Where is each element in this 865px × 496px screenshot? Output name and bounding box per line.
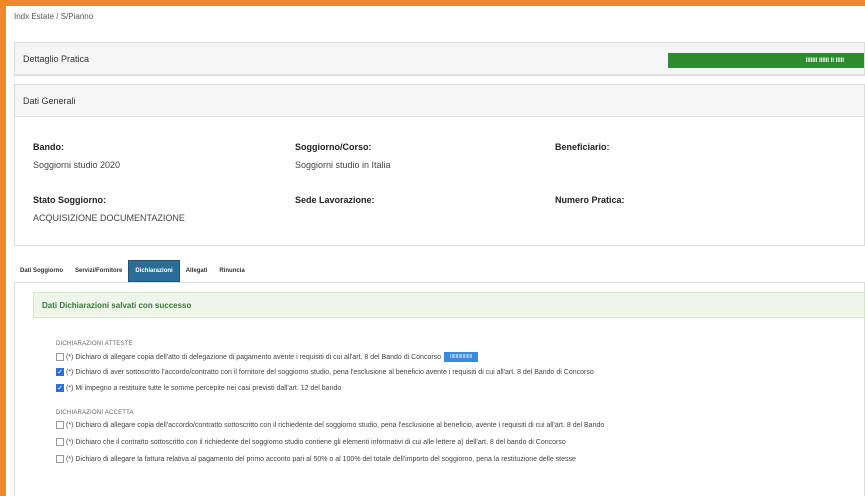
tab-servizi-fornitore[interactable]: Servizi/Fornitore: [69, 260, 128, 282]
general-data-panel: Dati Generali Bando: Soggiorni studio 20…: [14, 84, 865, 246]
declaration-checkbox[interactable]: [56, 455, 64, 463]
tab-rinuncia[interactable]: Rinuncia: [213, 260, 250, 282]
sede-label: Sede Lavorazione:: [295, 195, 375, 205]
detail-action-button[interactable]: IIIIIII IIIIII II IIIII: [668, 53, 864, 68]
beneficiario-field: Beneficiario:: [555, 142, 610, 152]
stato-label: Stato Soggiorno:: [33, 195, 106, 205]
declaration-text: (*) Dichiaro di allegare copia dell'atto…: [66, 353, 442, 361]
sede-field: Sede Lavorazione:: [295, 195, 375, 205]
bando-value: Soggiorni studio 2020: [33, 160, 121, 170]
declaration-text: (*) Mi impegno a restituire tutte le som…: [66, 384, 342, 392]
soggiorno-field: Soggiorno/Corso: Soggiorni studio in Ita…: [295, 142, 391, 170]
declaration-row: (*) Dichiaro di allegare la fattura rela…: [56, 455, 576, 463]
declaration-text: (*) Dichiaro di allegare la fattura rela…: [66, 455, 576, 463]
tab-bar: Dati Soggiorno Servizi/Fornitore Dichiar…: [14, 256, 251, 282]
declaration-text: (*) Dichiaro di allegare copia dell'acco…: [66, 421, 605, 429]
general-data-title: Dati Generali: [23, 95, 76, 106]
tab-allegati[interactable]: Allegati: [180, 260, 214, 282]
declaration-row: (*) Dichiaro di allegare copia dell'atto…: [56, 352, 479, 362]
beneficiario-label: Beneficiario:: [555, 142, 610, 152]
success-alert: Dati Dichiarazioni salvati con successo: [33, 292, 865, 318]
soggiorno-label: Soggiorno/Corso:: [295, 142, 372, 152]
declaration-row: (*) Dichiaro di allegare copia dell'acco…: [56, 421, 604, 429]
declaration-row: (*) Dichiaro che il contratto sottoscrit…: [56, 438, 566, 446]
page-frame: Indx Estate / S/Pianno Dettaglio Pratica…: [6, 6, 865, 496]
stato-value: ACQUISIZIONE DOCUMENTAZIONE: [33, 213, 185, 223]
numero-label: Numero Pratica:: [555, 195, 625, 205]
declaration-text: (*) Dichiaro di aver sottoscritto l'acco…: [66, 368, 594, 376]
section-atteste-title: DICHIARAZIONI ATTESTE: [56, 341, 133, 347]
detail-panel-title: Dettaglio Pratica: [23, 53, 90, 64]
declaration-checkbox[interactable]: [56, 421, 64, 429]
general-data-header: Dati Generali: [15, 85, 864, 117]
detail-panel: Dettaglio Pratica IIIIIII IIIIII II IIII…: [14, 42, 865, 76]
breadcrumb: Indx Estate / S/Pianno: [14, 12, 94, 21]
stato-field: Stato Soggiorno: ACQUISIZIONE DOCUMENTAZ…: [33, 195, 185, 223]
declaration-text: (*) Dichiaro che il contratto sottoscrit…: [66, 438, 566, 446]
tab-dichiarazioni[interactable]: Dichiarazioni: [128, 260, 180, 282]
tab-dati-soggiorno[interactable]: Dati Soggiorno: [14, 260, 69, 282]
declaration-checkbox[interactable]: [56, 353, 64, 361]
upload-button[interactable]: IIIIIIIIIIIIIIII: [444, 352, 479, 362]
numero-field: Numero Pratica:: [555, 195, 625, 205]
declaration-checkbox-checked[interactable]: ✓: [56, 368, 64, 376]
declaration-row: ✓ (*) Mi impegno a restituire tutte le s…: [56, 384, 341, 392]
declaration-checkbox-checked[interactable]: ✓: [56, 384, 64, 392]
soggiorno-value: Soggiorni studio in Italia: [295, 160, 391, 170]
bando-label: Bando:: [33, 142, 64, 152]
declaration-row: ✓ (*) Dichiaro di aver sottoscritto l'ac…: [56, 368, 594, 376]
bando-field: Bando: Soggiorni studio 2020: [33, 142, 120, 170]
section-accetta-title: DICHIARAZIONI ACCETTA: [56, 410, 134, 416]
declaration-checkbox[interactable]: [56, 438, 64, 446]
